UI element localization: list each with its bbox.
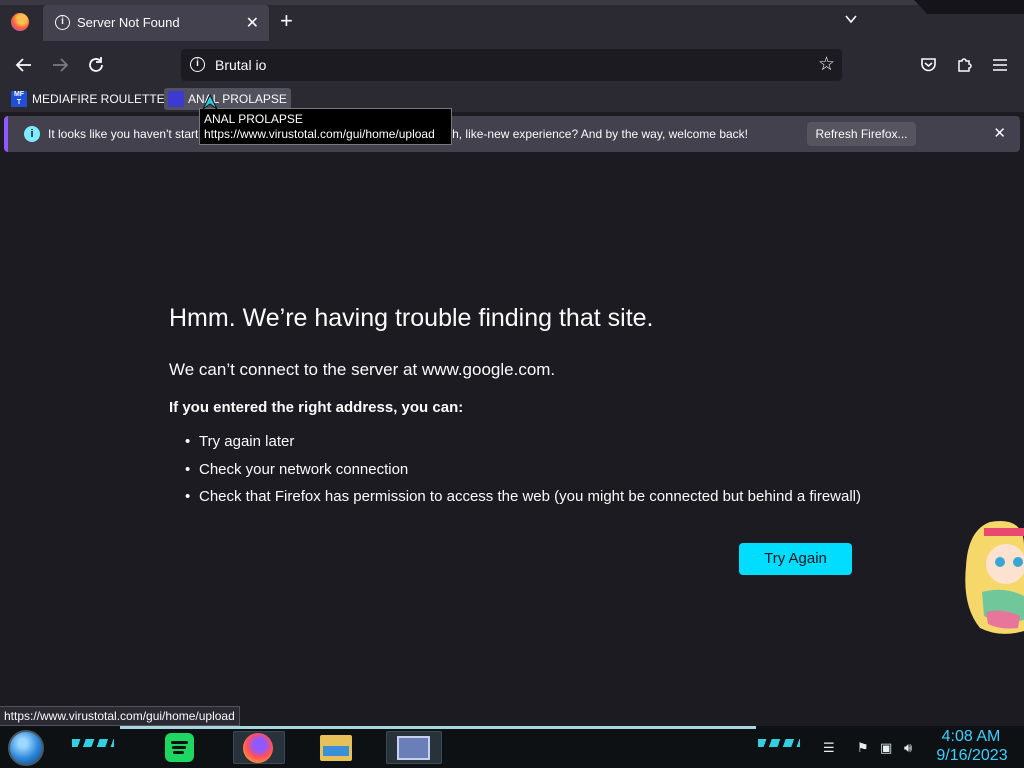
error-suggestions-lead: If you entered the right address, you ca… <box>169 399 464 416</box>
notification-message-start: It looks like you haven't starte <box>48 127 206 141</box>
reload-button[interactable] <box>82 52 110 78</box>
pocket-icon <box>920 58 936 72</box>
try-again-button[interactable]: Try Again <box>739 543 852 575</box>
list-item: Check that Firefox has permission to acc… <box>185 488 861 516</box>
new-tab-button[interactable]: + <box>280 10 293 32</box>
error-page: Hmm. We’re having trouble finding that s… <box>0 156 1024 726</box>
puzzle-icon <box>957 58 972 72</box>
tab-title: Server Not Found <box>77 15 180 30</box>
clock-time[interactable]: 4:08 AM <box>940 728 1002 746</box>
refresh-firefox-button[interactable]: Refresh Firefox... <box>807 122 916 146</box>
reload-icon <box>89 57 103 72</box>
taskbar-accent-line <box>120 726 756 729</box>
info-icon: i <box>55 15 70 30</box>
status-url-tooltip: https://www.virustotal.com/gui/home/uplo… <box>0 706 240 726</box>
pocket-button[interactable] <box>916 53 940 77</box>
tooltip-title: ANAL PROLAPSE <box>204 112 303 126</box>
bookmarks-toolbar: MF T MEDIAFIRE ROULETTER ANAL PROLAPSE <box>0 86 1024 112</box>
tab-close-icon[interactable]: ✕ <box>246 13 259 33</box>
mediafire-favicon-icon: MF T <box>11 91 27 107</box>
tab-strip: i Server Not Found ✕ + <box>0 0 1024 44</box>
spotify-icon[interactable] <box>165 733 194 762</box>
bookmark-favicon-icon <box>168 91 184 107</box>
browser-window-icon[interactable] <box>397 736 430 760</box>
list-item: Try again later <box>185 433 861 461</box>
start-button[interactable] <box>8 730 44 766</box>
window-frame-decoration <box>914 0 1024 14</box>
firefox-logo-icon[interactable] <box>11 13 29 31</box>
desktop-mascot-character <box>965 521 1024 634</box>
taskbar-decoration-right <box>758 739 800 747</box>
navigation-toolbar: i Brutal io ☆ <box>0 44 1024 86</box>
error-subtitle: We can’t connect to the server at www.go… <box>169 360 556 379</box>
firefox-icon[interactable] <box>243 733 273 763</box>
chevron-down-icon[interactable] <box>845 13 857 25</box>
tab-server-not-found[interactable]: i Server Not Found ✕ <box>43 5 269 41</box>
hamburger-menu-icon <box>993 59 1007 71</box>
list-item: Check your network connection <box>185 461 861 489</box>
site-info-icon[interactable]: i <box>190 57 205 72</box>
taskbar-lines-icon[interactable]: ☰ <box>823 740 835 756</box>
address-input[interactable]: Brutal io <box>215 57 266 73</box>
info-icon: i <box>24 126 40 142</box>
error-suggestions-list: Try again later Check your network conne… <box>185 433 861 516</box>
bookmark-label: MEDIAFIRE ROULETTER <box>32 92 174 106</box>
taskbar-decoration-left <box>72 739 114 747</box>
notification-message-end: or a fresh, like-new experience? And by … <box>408 127 748 141</box>
bookmark-mediafire-rouletter[interactable]: MF T MEDIAFIRE ROULETTER <box>2 88 177 110</box>
extensions-button[interactable] <box>952 53 976 77</box>
menu-button[interactable] <box>988 53 1012 77</box>
error-title: Hmm. We’re having trouble finding that s… <box>169 304 654 332</box>
tooltip-url: https://www.virustotal.com/gui/home/uplo… <box>204 127 435 141</box>
back-arrow-icon <box>15 58 31 72</box>
taskbar: ☰ ⚑ ▣ 🔊︎ 4:08 AM 9/16/2023 <box>0 726 1024 768</box>
address-bar[interactable]: i Brutal io ☆ <box>181 49 842 81</box>
forward-button[interactable] <box>46 52 74 78</box>
back-button[interactable] <box>10 52 38 78</box>
clock-date[interactable]: 9/16/2023 <box>934 747 1010 765</box>
refresh-notification-bar: i It looks like you haven't starte or a f… <box>4 116 1020 152</box>
forward-arrow-icon <box>53 58 69 72</box>
bookmark-tooltip: ANAL PROLAPSE https://www.virustotal.com… <box>199 108 452 145</box>
bookmark-anal-prolapse[interactable]: ANAL PROLAPSE <box>164 88 291 110</box>
close-icon[interactable]: ✕ <box>993 124 1006 142</box>
bookmark-star-icon[interactable]: ☆ <box>818 53 835 76</box>
file-explorer-icon[interactable] <box>320 735 352 761</box>
screen: i Server Not Found ✕ + i Brutal io ☆ MF … <box>0 0 1024 768</box>
network-icon[interactable]: ▣ <box>880 740 892 756</box>
volume-icon[interactable]: 🔊︎ <box>904 740 912 756</box>
flag-icon[interactable]: ⚑ <box>857 740 869 756</box>
mouse-cursor-icon <box>202 93 218 110</box>
